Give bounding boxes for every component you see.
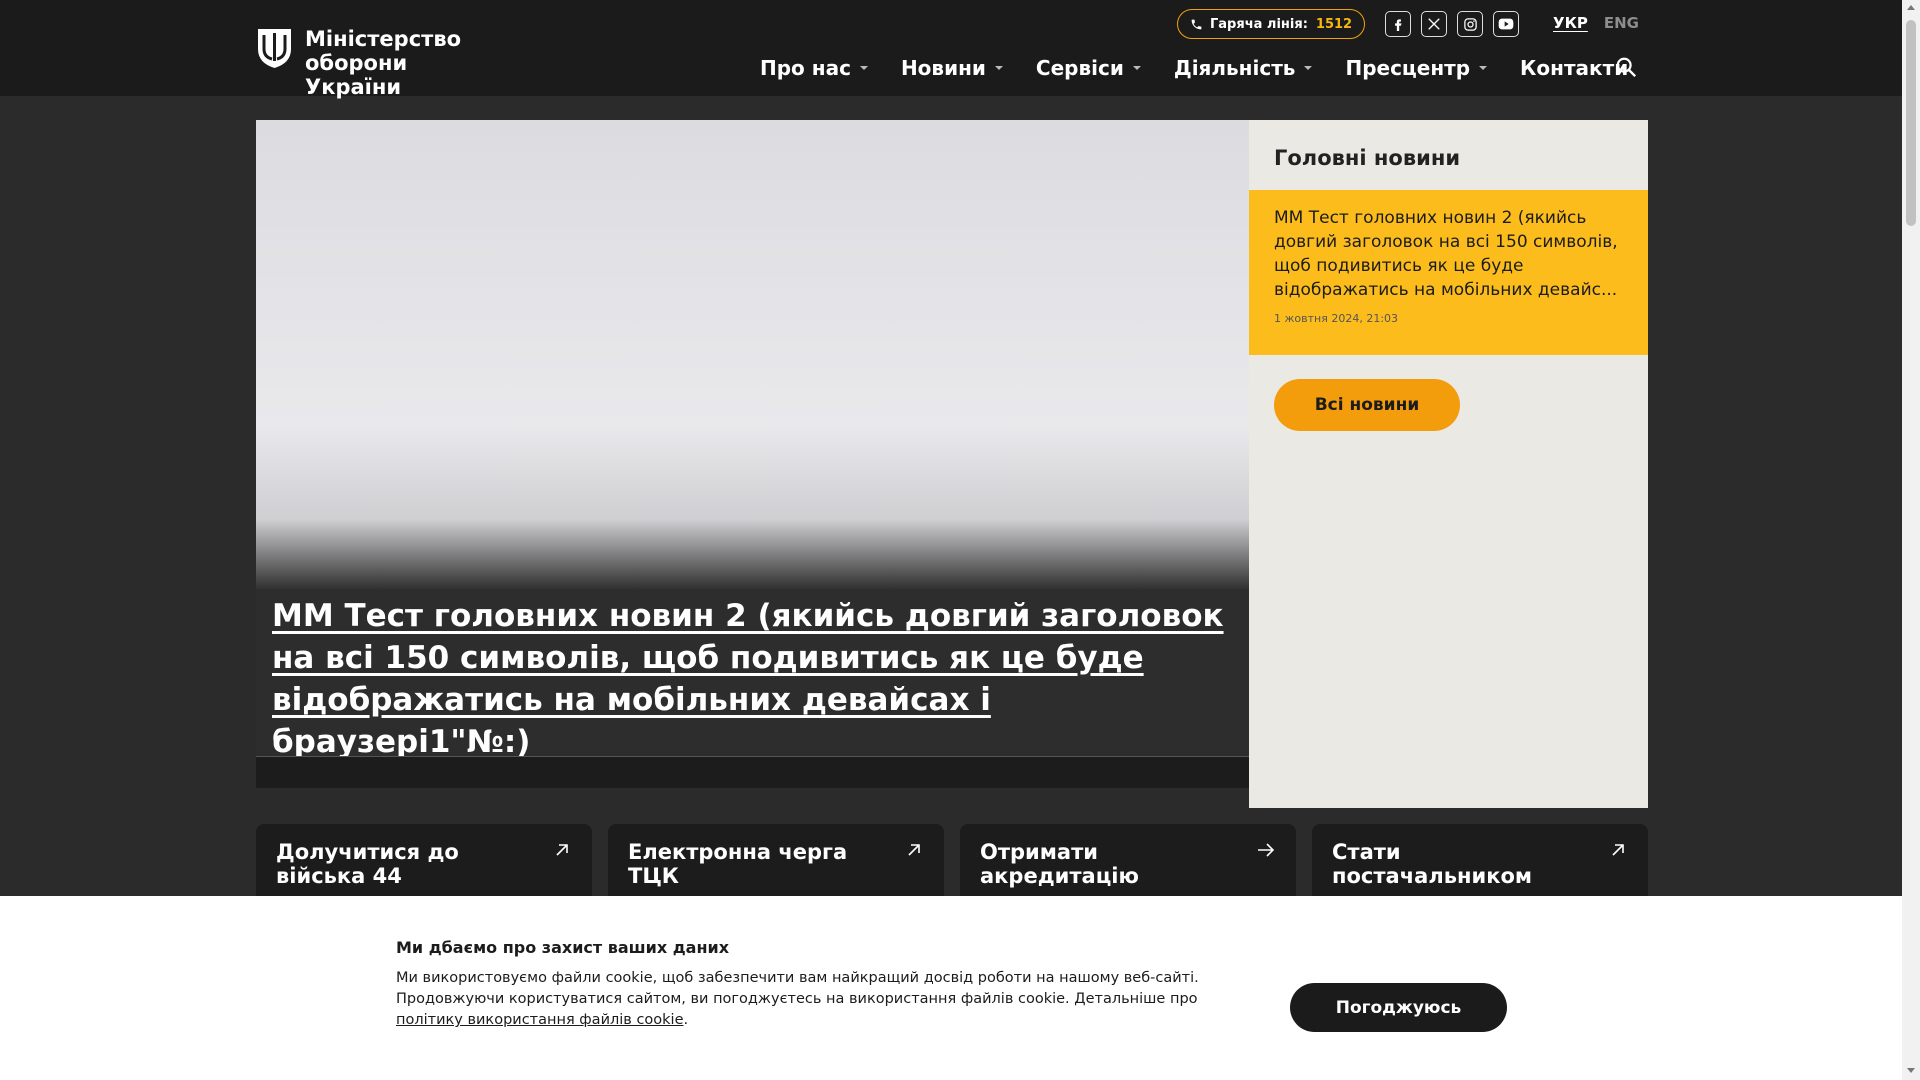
lang-eng[interactable]: ENG: [1604, 14, 1639, 32]
phone-icon: [1191, 19, 1202, 29]
page-scrollbar[interactable]: [1902, 0, 1920, 1080]
cookie-accept-button[interactable]: Погоджуюсь: [1290, 983, 1507, 1032]
scroll-up-arrow-icon[interactable]: [1907, 5, 1915, 10]
search-icon[interactable]: [1615, 56, 1639, 80]
all-news-button[interactable]: Всі новини: [1274, 379, 1460, 431]
service-cards: Долучитися до війська 44 Електронна черг…: [256, 824, 1648, 904]
nav-services[interactable]: Сервіси: [1036, 56, 1141, 80]
news-item[interactable]: ММ Тест головних новин 2 (якийсь довгий …: [1249, 190, 1648, 355]
service-card-label: Отримати акредитацію: [980, 840, 1139, 888]
facebook-icon[interactable]: [1385, 11, 1411, 37]
language-switcher: УКР ENG: [1553, 14, 1639, 32]
scroll-down-arrow-icon[interactable]: [1907, 1068, 1915, 1073]
news-item-title: ММ Тест головних новин 2 (якийсь довгий …: [1274, 208, 1618, 300]
scroll-thumb[interactable]: [1906, 20, 1916, 226]
social-links: [1385, 11, 1519, 37]
nav-press-center[interactable]: Пресцентр: [1345, 56, 1488, 80]
arrow-right-icon: [1258, 843, 1275, 857]
hero-title-link[interactable]: ММ Тест головних новин 2 (якийсь довгий …: [272, 595, 1232, 763]
hero-image[interactable]: [256, 120, 1249, 590]
service-card-tck-queue[interactable]: Електронна черга ТЦК: [608, 824, 944, 904]
site-logo[interactable]: Міністерство оборони України: [256, 27, 505, 99]
nav-activity[interactable]: Діяльність: [1174, 56, 1313, 80]
service-card-accreditation[interactable]: Отримати акредитацію: [960, 824, 1296, 904]
logo-text: Міністерство оборони України: [305, 27, 462, 99]
chevron-down-icon: [1479, 66, 1488, 70]
arrow-up-right-icon: [556, 844, 568, 856]
instagram-icon[interactable]: [1457, 11, 1483, 37]
service-card-supplier[interactable]: Стати постачальником: [1312, 824, 1648, 904]
main-nav: Про нас Новини Сервіси Діяльність Пресце…: [760, 56, 1661, 80]
nav-activity-label: Діяльність: [1173, 56, 1296, 80]
nav-contacts[interactable]: Контакти: [1520, 56, 1628, 80]
lang-ukr[interactable]: УКР: [1553, 14, 1588, 32]
top-news-panel: Головні новини ММ Тест головних новин 2 …: [1249, 120, 1648, 808]
service-card-label: Електронна черга ТЦК: [628, 840, 848, 888]
cookie-text: Ми використовуємо файли cookie, щоб забе…: [396, 968, 1266, 1031]
site-header: Міністерство оборони України Гаряча ліні…: [0, 0, 1902, 99]
arrow-up-right-icon: [908, 844, 920, 856]
nav-contacts-label: Контакти: [1520, 56, 1629, 80]
cookie-text-end: .: [683, 1012, 689, 1028]
cookie-body: Ми використовуємо файли cookie, щоб забе…: [396, 970, 1199, 1007]
nav-services-label: Сервіси: [1035, 56, 1124, 80]
hotline-label: Гаряча лінія:: [1210, 16, 1308, 32]
service-card-join-army[interactable]: Долучитися до війська 44: [256, 824, 592, 904]
nav-about[interactable]: Про нас: [760, 56, 868, 80]
x-icon[interactable]: [1421, 11, 1447, 37]
chevron-down-icon: [1304, 66, 1313, 70]
nav-press-center-label: Пресцентр: [1345, 56, 1471, 80]
hero-bottom-strip: [256, 756, 1249, 788]
hotline-number: 1512: [1315, 16, 1353, 32]
cookie-title: Ми дбаємо про захист ваших даних: [396, 938, 730, 957]
trident-logo-icon: [258, 29, 291, 68]
hero-news: ММ Тест головних новин 2 (якийсь довгий …: [256, 120, 1249, 788]
cookie-policy-link[interactable]: політику використання файлів cookie: [396, 1012, 684, 1028]
service-card-label: Долучитися до війська 44: [276, 840, 459, 888]
nav-news-label: Новини: [900, 56, 986, 80]
cookie-banner: Ми дбаємо про захист ваших даних Ми вико…: [0, 896, 1902, 1080]
nav-about-label: Про нас: [760, 56, 851, 80]
news-item-date: 1 жовтня 2024, 21:03: [1274, 312, 1399, 325]
chevron-down-icon: [1132, 66, 1141, 70]
youtube-icon[interactable]: [1493, 11, 1519, 37]
service-card-label: Стати постачальником: [1332, 840, 1533, 888]
chevron-down-icon: [859, 66, 868, 70]
top-news-heading: Головні новини: [1274, 146, 1461, 170]
hotline-badge[interactable]: Гаряча лінія: 1512: [1177, 9, 1366, 39]
arrow-up-right-icon: [1612, 844, 1624, 856]
chevron-down-icon: [994, 66, 1003, 70]
nav-news[interactable]: Новини: [901, 56, 1003, 80]
